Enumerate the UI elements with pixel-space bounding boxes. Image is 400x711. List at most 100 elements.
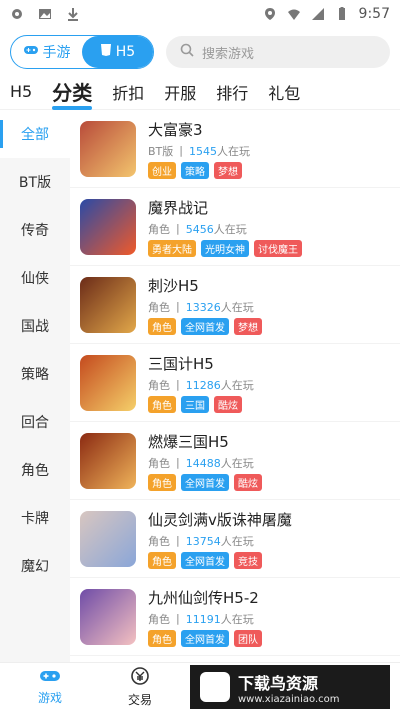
sidebar-item-bt[interactable]: BT版 [0,158,70,206]
game-tags: 角色 全网首发 梦想 [148,317,262,335]
game-thumbnail [80,432,136,489]
sidebar-item-xianxia[interactable]: 仙侠 [0,254,70,302]
list-item[interactable]: 仙灵剑满v版诛神屠魔 角色 | 13754人在玩 角色 全网首发 竞技 [70,500,400,578]
h5-toggle[interactable]: H5 [82,36,153,68]
search-placeholder: 搜索游戏 [202,46,255,62]
tab-ranking[interactable]: 排行 [216,80,248,104]
tag: 角色 [148,395,176,413]
tag: 竞技 [234,551,262,569]
watermark-brand: 下载鸟资源 www.xiazainiao.com [190,665,390,709]
players-suffix: 人在玩 [213,222,247,236]
tag: 角色 [148,317,176,335]
tag: 梦想 [214,161,242,179]
game-meta: 角色 | 14488人在玩 [148,456,254,470]
game-list: 大富豪3 BT版 | 1545人在玩 创业 策略 梦想 魔界战记 角色 | 5456人在… [70,110,400,662]
battery-icon [335,7,349,21]
sidebar-item-turn-based[interactable]: 回合 [0,398,70,446]
sidebar-item-all[interactable]: 全部 [0,110,70,158]
status-bar: 9:57 [0,0,400,28]
status-right-icons: 9:57 [263,6,390,22]
nav-trade-label: 交易 [127,693,152,707]
tab-category[interactable]: 分类 [52,77,93,110]
status-time: 9:57 [358,6,390,22]
list-item[interactable]: 九州仙剑传H5-2 角色 | 11191人在玩 角色 全网首发 团队 [70,578,400,656]
game-title: 三国计H5 [148,354,214,373]
yen-icon [130,666,150,689]
search-input[interactable]: 搜索游戏 [166,36,390,68]
game-info: 三国计H5 角色 | 11286人在玩 角色 三国 酷炫 [148,353,254,413]
sidebar-item-national-war[interactable]: 国战 [0,302,70,350]
game-tags: 角色 全网首发 酷炫 [148,473,262,491]
list-item[interactable]: 刺沙H5 角色 | 13326人在玩 角色 全网首发 梦想 [70,266,400,344]
game-info: 燃爆三国H5 角色 | 14488人在玩 角色 全网首发 酷炫 [148,431,262,491]
signal-icon [311,7,325,21]
download-icon [66,7,80,21]
game-title: 燃爆三国H5 [148,432,229,451]
tag: 角色 [148,629,176,647]
list-item[interactable]: 燃爆三国H5 角色 | 14488人在玩 角色 全网首发 酷炫 [70,422,400,500]
list-item[interactable]: 三国计H5 角色 | 11286人在玩 角色 三国 酷炫 [70,344,400,422]
game-category: BT版 [148,144,174,158]
list-item[interactable]: 大富豪3 BT版 | 1545人在玩 创业 策略 梦想 [70,110,400,188]
game-info: 九州仙剑传H5-2 角色 | 11191人在玩 角色 全网首发 团队 [148,587,262,647]
nav-games[interactable]: 游戏 [10,668,90,706]
tag: 创业 [148,161,176,179]
game-thumbnail [80,276,136,333]
players-count: 14488 [185,456,221,470]
tab-discount[interactable]: 折扣 [112,80,144,104]
category-tabs: H5 分类 折扣 开服 排行 礼包 [0,74,400,110]
sidebar-item-strategy[interactable]: 策略 [0,350,70,398]
players-suffix: 人在玩 [220,534,254,548]
game-info: 仙灵剑满v版诛神屠魔 角色 | 13754人在玩 角色 全网首发 竞技 [148,509,292,569]
game-info: 魔界战记 角色 | 5456人在玩 勇者大陆 光明女神 讨伐魔王 [148,197,302,257]
mobile-games-toggle[interactable]: 手游 [11,36,82,68]
brand-title: 下载鸟资源 [238,673,319,693]
location-icon [263,7,277,21]
game-info: 刺沙H5 角色 | 13326人在玩 角色 全网首发 梦想 [148,275,262,335]
players-suffix: 人在玩 [220,300,254,314]
players-count: 13326 [185,300,221,314]
brand-text: 下载鸟资源 www.xiazainiao.com [238,670,340,705]
tab-open-server[interactable]: 开服 [164,80,196,104]
game-tags: 创业 策略 梦想 [148,161,250,179]
html5-icon [100,43,112,61]
game-title: 刺沙H5 [148,276,199,295]
sidebar-item-card[interactable]: 卡牌 [0,494,70,542]
sidebar-item-legend[interactable]: 传奇 [0,206,70,254]
game-title: 九州仙剑传H5-2 [148,588,259,607]
game-title: 大富豪3 [148,120,203,139]
status-left-icons [10,7,80,21]
sidebar-item-role[interactable]: 角色 [0,446,70,494]
nav-trade[interactable]: 交易 [100,666,180,708]
players-count: 11286 [185,378,221,392]
game-meta: 角色 | 13326人在玩 [148,300,254,314]
tag: 梦想 [234,317,262,335]
tag: 勇者大陆 [148,239,196,257]
game-tags: 角色 全网首发 竞技 [148,551,292,569]
tag: 角色 [148,551,176,569]
game-meta: 角色 | 11191人在玩 [148,612,254,626]
game-meta: 角色 | 11286人在玩 [148,378,254,392]
tag: 策略 [181,161,209,179]
tag: 团队 [234,629,262,647]
game-thumbnail [80,120,136,177]
tab-h5[interactable]: H5 [10,82,32,101]
tag: 全网首发 [181,317,229,335]
gamepad-icon [39,668,61,687]
tag: 全网首发 [181,629,229,647]
tab-gift[interactable]: 礼包 [268,80,300,104]
list-item[interactable]: 魔界战记 角色 | 5456人在玩 勇者大陆 光明女神 讨伐魔王 [70,188,400,266]
game-thumbnail [80,354,136,411]
tag: 光明女神 [201,239,249,257]
players-count: 1545 [188,144,217,158]
game-category: 角色 [148,222,170,236]
players-suffix: 人在玩 [216,144,250,158]
game-meta: 角色 | 5456人在玩 [148,222,247,236]
toggle-right-label: H5 [115,44,136,60]
game-tags: 角色 全网首发 团队 [148,629,262,647]
tag: 讨伐魔王 [254,239,302,257]
platform-toggle[interactable]: 手游 H5 [10,35,154,69]
tag: 酷炫 [214,395,242,413]
players-suffix: 人在玩 [220,378,254,392]
sidebar-item-fantasy[interactable]: 魔幻 [0,542,70,590]
